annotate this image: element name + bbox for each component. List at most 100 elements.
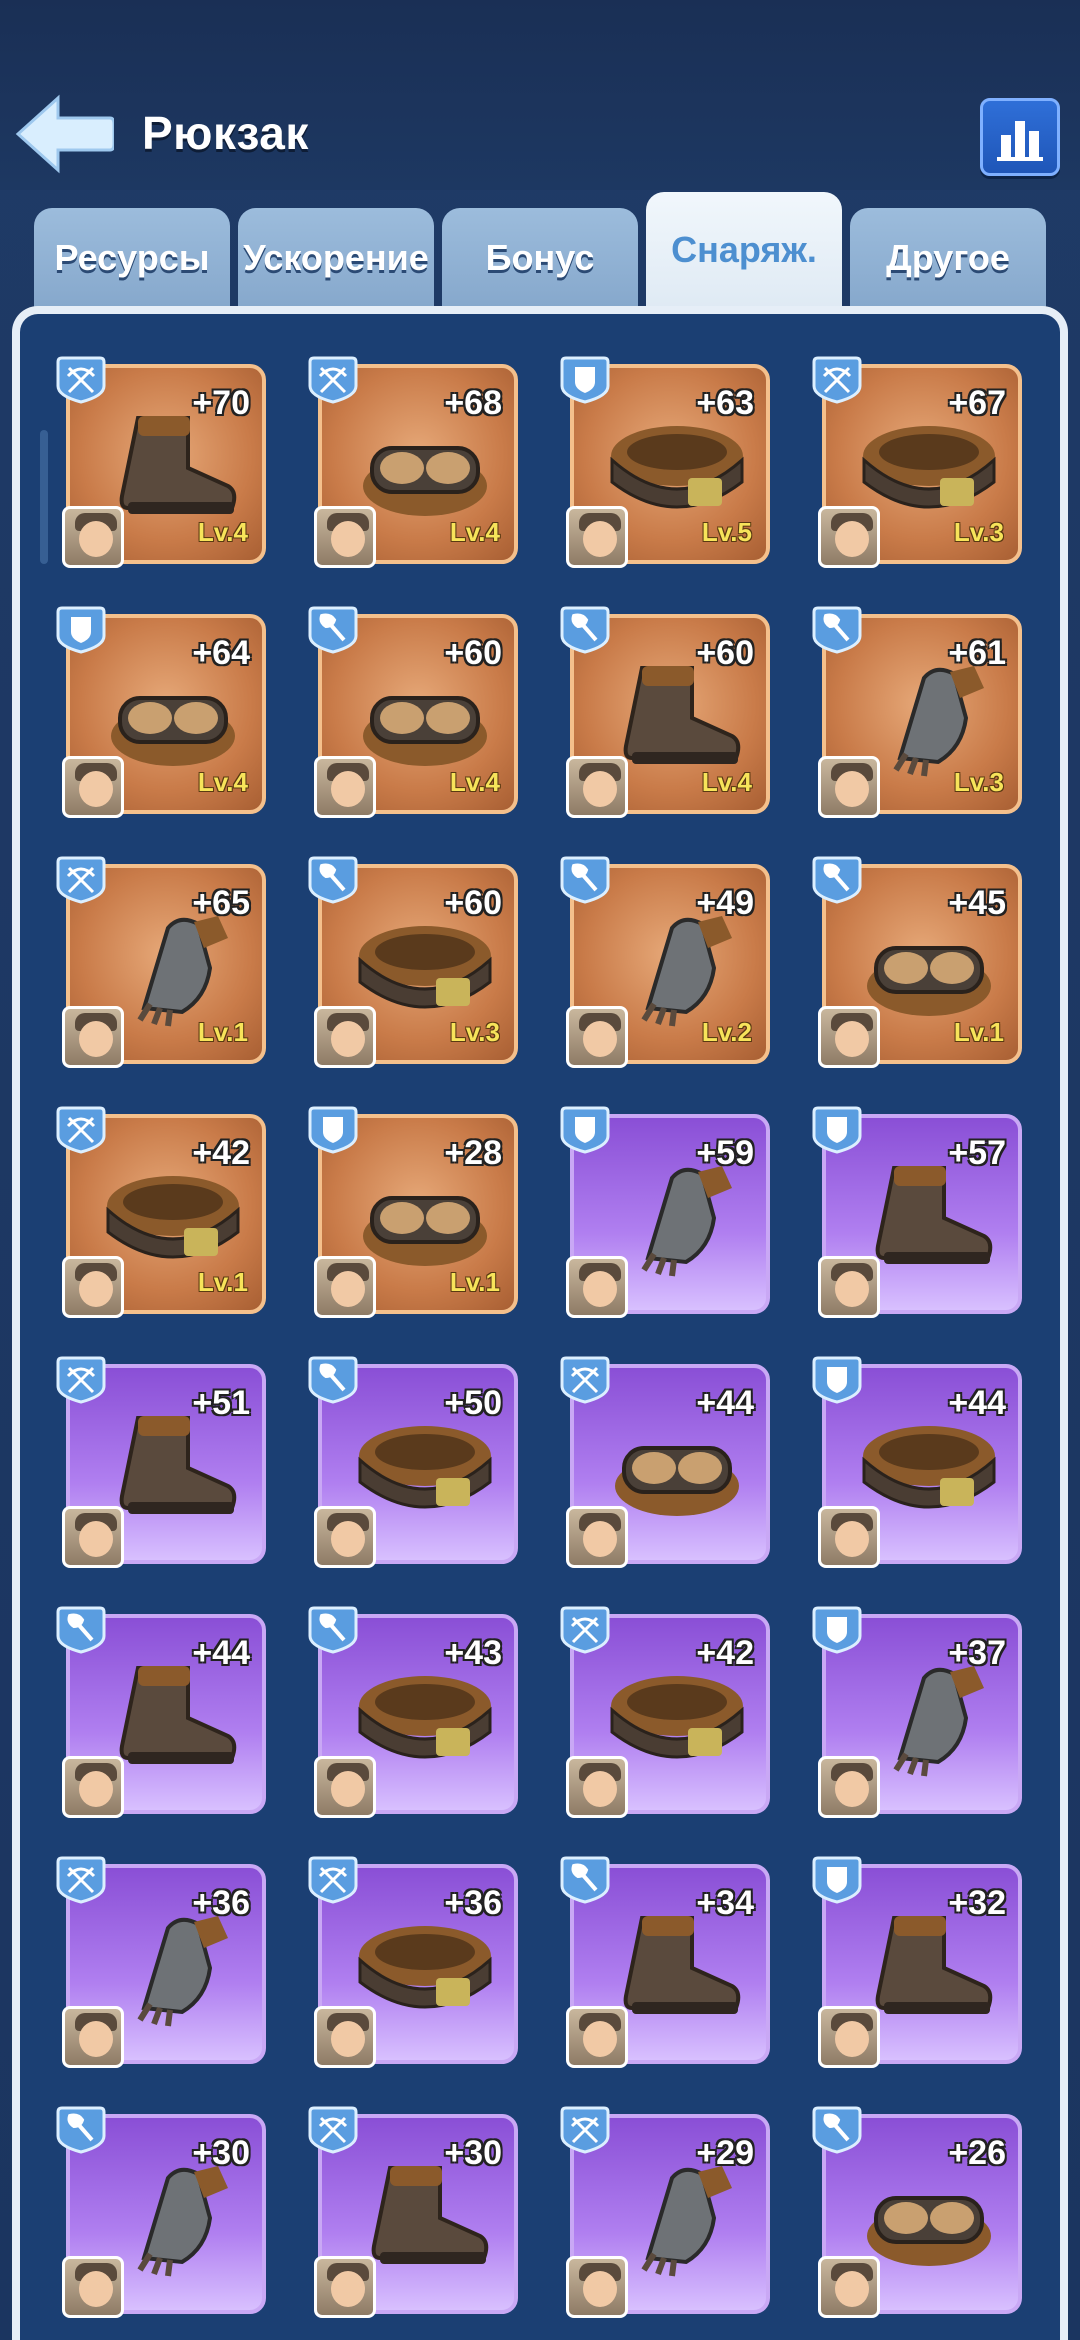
hero-avatar <box>314 506 376 568</box>
item-bonus: +26 <box>948 2134 1006 2172</box>
tab-speedup[interactable]: Ускорение <box>238 208 434 308</box>
crossbow-type-icon <box>306 352 360 406</box>
crossbow-type-icon <box>54 1352 108 1406</box>
hero-avatar <box>818 1506 880 1568</box>
shovel-type-icon <box>54 1602 108 1656</box>
equipment-item[interactable]: +45 Lv.1 <box>812 856 1022 1068</box>
hero-avatar <box>62 2256 124 2318</box>
top-bar: Рюкзак <box>0 0 1080 190</box>
shovel-type-icon <box>306 1352 360 1406</box>
shield-type-icon <box>810 1852 864 1906</box>
item-level: Lv.4 <box>701 767 752 797</box>
equipment-item[interactable]: +37 <box>812 1606 1022 1818</box>
equipment-item[interactable]: +44 <box>56 1606 266 1818</box>
equipment-item[interactable]: +30 <box>56 2106 266 2318</box>
equipment-item[interactable]: +60 Lv.4 <box>308 606 518 818</box>
equipment-item[interactable]: +50 <box>308 1356 518 1568</box>
item-bonus: +45 <box>948 884 1006 922</box>
scrollbar[interactable] <box>40 430 48 564</box>
item-level: Lv.4 <box>197 517 248 547</box>
shovel-type-icon <box>810 602 864 656</box>
shovel-type-icon <box>558 602 612 656</box>
hero-avatar <box>818 2256 880 2318</box>
equipment-item[interactable]: +67 Lv.3 <box>812 356 1022 568</box>
crossbow-type-icon <box>306 2102 360 2156</box>
item-level: Lv.2 <box>701 1017 752 1047</box>
tab-resources[interactable]: Ресурсы <box>34 208 230 308</box>
equipment-item[interactable]: +59 <box>560 1106 770 1318</box>
hero-avatar <box>314 1506 376 1568</box>
item-bonus: +44 <box>948 1384 1006 1422</box>
item-bonus: +68 <box>444 384 502 422</box>
item-level: Lv.4 <box>197 767 248 797</box>
equipment-item[interactable]: +42 Lv.1 <box>56 1106 266 1318</box>
item-bonus: +61 <box>948 634 1006 672</box>
crossbow-type-icon <box>306 1852 360 1906</box>
item-bonus: +59 <box>696 1134 754 1172</box>
back-button[interactable] <box>14 92 116 176</box>
equipment-item[interactable]: +44 <box>812 1356 1022 1568</box>
equipment-item[interactable]: +63 Lv.5 <box>560 356 770 568</box>
equipment-item[interactable]: +68 Lv.4 <box>308 356 518 568</box>
equipment-item[interactable]: +26 <box>812 2106 1022 2318</box>
item-bonus: +36 <box>192 1884 250 1922</box>
equipment-item[interactable]: +42 <box>560 1606 770 1818</box>
hero-avatar <box>62 1506 124 1568</box>
equipment-item[interactable]: +34 <box>560 1856 770 2068</box>
item-level: Lv.4 <box>449 517 500 547</box>
item-bonus: +42 <box>696 1634 754 1672</box>
crossbow-type-icon <box>54 352 108 406</box>
shovel-type-icon <box>558 1852 612 1906</box>
item-level: Lv.4 <box>449 767 500 797</box>
shovel-type-icon <box>810 852 864 906</box>
equipment-item[interactable]: +60 Lv.3 <box>308 856 518 1068</box>
hero-avatar <box>314 756 376 818</box>
equipment-item[interactable]: +44 <box>560 1356 770 1568</box>
equipment-item[interactable]: +32 <box>812 1856 1022 2068</box>
hero-avatar <box>62 756 124 818</box>
shovel-type-icon <box>306 852 360 906</box>
item-level: Lv.1 <box>197 1267 248 1297</box>
equipment-item[interactable]: +43 <box>308 1606 518 1818</box>
hero-avatar <box>566 1756 628 1818</box>
stats-button[interactable] <box>980 98 1060 176</box>
shovel-type-icon <box>558 852 612 906</box>
category-tabs: Ресурсы Ускорение Бонус Снаряж. Другое <box>34 192 1054 308</box>
hero-avatar <box>818 1756 880 1818</box>
item-bonus: +63 <box>696 384 754 422</box>
hero-avatar <box>818 506 880 568</box>
equipment-panel: +70 Lv.4 +68 Lv.4 +63 Lv.5 +67 Lv.3 +64 Lv.4 +60 Lv… <box>12 306 1068 2340</box>
hero-avatar <box>818 1256 880 1318</box>
crossbow-type-icon <box>54 1102 108 1156</box>
equipment-item[interactable]: +36 <box>308 1856 518 2068</box>
equipment-item[interactable]: +70 Lv.4 <box>56 356 266 568</box>
equipment-item[interactable]: +30 <box>308 2106 518 2318</box>
tab-equipment[interactable]: Снаряж. <box>646 192 842 308</box>
equipment-item[interactable]: +29 <box>560 2106 770 2318</box>
item-bonus: +28 <box>444 1134 502 1172</box>
tab-bonus[interactable]: Бонус <box>442 208 638 308</box>
equipment-item[interactable]: +28 Lv.1 <box>308 1106 518 1318</box>
shield-type-icon <box>306 1102 360 1156</box>
equipment-item[interactable]: +57 <box>812 1106 1022 1318</box>
equipment-item[interactable]: +36 <box>56 1856 266 2068</box>
shovel-type-icon <box>810 2102 864 2156</box>
item-bonus: +70 <box>192 384 250 422</box>
equipment-item[interactable]: +60 Lv.4 <box>560 606 770 818</box>
item-bonus: +30 <box>192 2134 250 2172</box>
shovel-type-icon <box>306 1602 360 1656</box>
equipment-item[interactable]: +64 Lv.4 <box>56 606 266 818</box>
crossbow-type-icon <box>558 2102 612 2156</box>
tab-other[interactable]: Другое <box>850 208 1046 308</box>
item-bonus: +43 <box>444 1634 502 1672</box>
equipment-item[interactable]: +61 Lv.3 <box>812 606 1022 818</box>
hero-avatar <box>566 2006 628 2068</box>
equipment-item[interactable]: +65 Lv.1 <box>56 856 266 1068</box>
hero-avatar <box>314 1006 376 1068</box>
crossbow-type-icon <box>558 1352 612 1406</box>
hero-avatar <box>566 1006 628 1068</box>
equipment-item[interactable]: +49 Lv.2 <box>560 856 770 1068</box>
equipment-item[interactable]: +51 <box>56 1356 266 1568</box>
hero-avatar <box>566 756 628 818</box>
hero-avatar <box>62 1256 124 1318</box>
